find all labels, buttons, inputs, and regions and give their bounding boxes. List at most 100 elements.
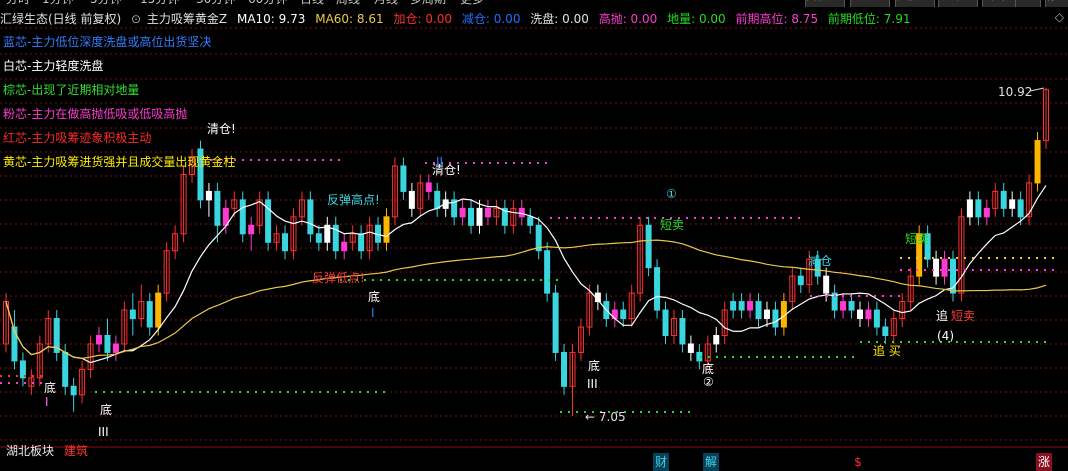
candle-body — [1017, 199, 1024, 218]
candle-body — [561, 351, 568, 387]
candle-body — [104, 334, 111, 353]
candle-body — [772, 309, 779, 328]
chart-annotation: 追 买 — [873, 343, 901, 358]
candle-body — [62, 351, 69, 387]
chart-annotation: I — [45, 395, 49, 409]
candle-body — [823, 275, 830, 294]
candle-body — [966, 199, 973, 218]
chart-annotation: 反弹低点! — [312, 271, 365, 285]
chart-annotation: 追 — [936, 308, 948, 323]
badge-unlock[interactable]: 解 — [703, 453, 719, 471]
candle-body — [248, 224, 255, 235]
sector-tag[interactable]: 湖北板块 — [6, 442, 54, 459]
ma10-line — [5, 185, 1047, 364]
candle-body — [941, 258, 948, 277]
candle-body — [840, 301, 847, 311]
candle-body — [205, 190, 212, 201]
badge-finance[interactable]: 财 — [653, 453, 669, 471]
candle-body — [527, 216, 534, 226]
chart-annotation: 底 — [368, 289, 380, 304]
candle-body — [755, 301, 762, 320]
candle-body — [679, 318, 686, 345]
chart-annotation: 短卖 — [660, 218, 684, 232]
candle-body — [155, 292, 162, 328]
legend-item-brown: 棕芯-出现了近期相对地量 — [3, 83, 140, 97]
candle-body — [459, 207, 466, 218]
min-price-label: ← 7.05 — [585, 410, 626, 424]
candle-body — [307, 199, 314, 235]
badge-rise[interactable]: 涨 — [1036, 453, 1052, 471]
candle-body — [933, 258, 940, 277]
candle-body — [129, 309, 136, 320]
candle-body — [1034, 140, 1041, 184]
candle-body — [425, 182, 432, 192]
candle-body — [112, 343, 119, 353]
candle-body — [544, 250, 551, 294]
candle-body — [214, 190, 221, 226]
candle-body — [730, 301, 737, 311]
sector-tag-2[interactable]: 建筑 — [64, 442, 88, 459]
chart-annotation: I — [371, 306, 375, 320]
candle-body — [239, 199, 246, 235]
candle-body — [484, 207, 491, 218]
candle-body — [738, 301, 745, 311]
candle-body — [645, 224, 652, 269]
candle-body — [747, 301, 754, 311]
candle-body — [654, 267, 661, 311]
chart-annotation: II — [436, 155, 443, 169]
legend: 蓝芯-主力低位深度洗盘或高位出货坚决 白芯-主力轻度洗盘 棕芯-出现了近期相对地… — [3, 30, 235, 174]
candle-body — [315, 233, 322, 243]
candle-body — [282, 233, 289, 252]
bottom-strip: 湖北板块 建筑 — [0, 440, 1068, 471]
chart-annotation: 底 — [702, 361, 714, 376]
max-price-label: 10.92 — [998, 85, 1032, 99]
badge-dollar[interactable]: $ — [850, 453, 866, 471]
candle-body — [358, 233, 365, 252]
candle-body — [400, 165, 407, 192]
chart-annotation: 反弹高点! — [327, 192, 380, 207]
chart-annotation: III — [587, 377, 598, 391]
candle-body — [1000, 190, 1007, 209]
candle-body — [383, 216, 390, 243]
legend-item-blue: 蓝芯-主力低位深度洗盘或高位出货坚决 — [3, 35, 212, 49]
candle-body — [70, 385, 77, 396]
candle-body — [1009, 199, 1016, 209]
legend-item-white: 白芯-主力轻度洗盘 — [3, 59, 104, 73]
candle-body — [865, 309, 872, 320]
chart-annotation: 减仓 — [808, 254, 832, 268]
candle-body — [341, 241, 348, 252]
candle-body — [687, 343, 694, 353]
candle-body — [620, 309, 627, 320]
ma60-line — [5, 239, 1047, 359]
candle-body — [662, 309, 669, 336]
candle-body — [713, 334, 720, 345]
chart-annotation: 短卖 — [905, 232, 929, 246]
legend-item-yellow: 黄芯-主力吸筹进货强并且成交量出现黄金柱 — [3, 155, 236, 169]
chart-annotation: 底 — [44, 380, 56, 395]
candle-body — [96, 334, 103, 345]
legend-item-pink: 粉芯-主力在做高抛低吸或低吸高抛 — [3, 107, 188, 121]
legend-item-red: 红芯-主力吸筹迹象积极主动 — [3, 131, 152, 145]
chart-annotation: III — [98, 425, 109, 439]
candle-body — [856, 309, 863, 320]
candle-body — [146, 301, 153, 328]
candle-body — [983, 207, 990, 218]
candle-body — [882, 326, 889, 336]
chart-annotation: 短卖 — [951, 309, 975, 323]
chart-annotation: 底 — [588, 358, 600, 373]
candle-body — [552, 292, 559, 353]
candle-body — [848, 301, 855, 311]
candle-body — [476, 207, 483, 226]
chart-annotation: (4) — [937, 329, 954, 343]
candle-body — [468, 207, 475, 226]
chart-annotation: 底 — [100, 402, 112, 417]
candle-body — [797, 275, 804, 286]
candle-body — [408, 190, 415, 209]
candle-body — [763, 309, 770, 320]
chart-annotation: ② — [703, 375, 714, 389]
candle-body — [518, 207, 525, 218]
candle-body — [873, 309, 880, 328]
candle-body — [975, 199, 982, 218]
chart-annotation: ① — [666, 187, 677, 201]
candle-body — [434, 190, 441, 209]
